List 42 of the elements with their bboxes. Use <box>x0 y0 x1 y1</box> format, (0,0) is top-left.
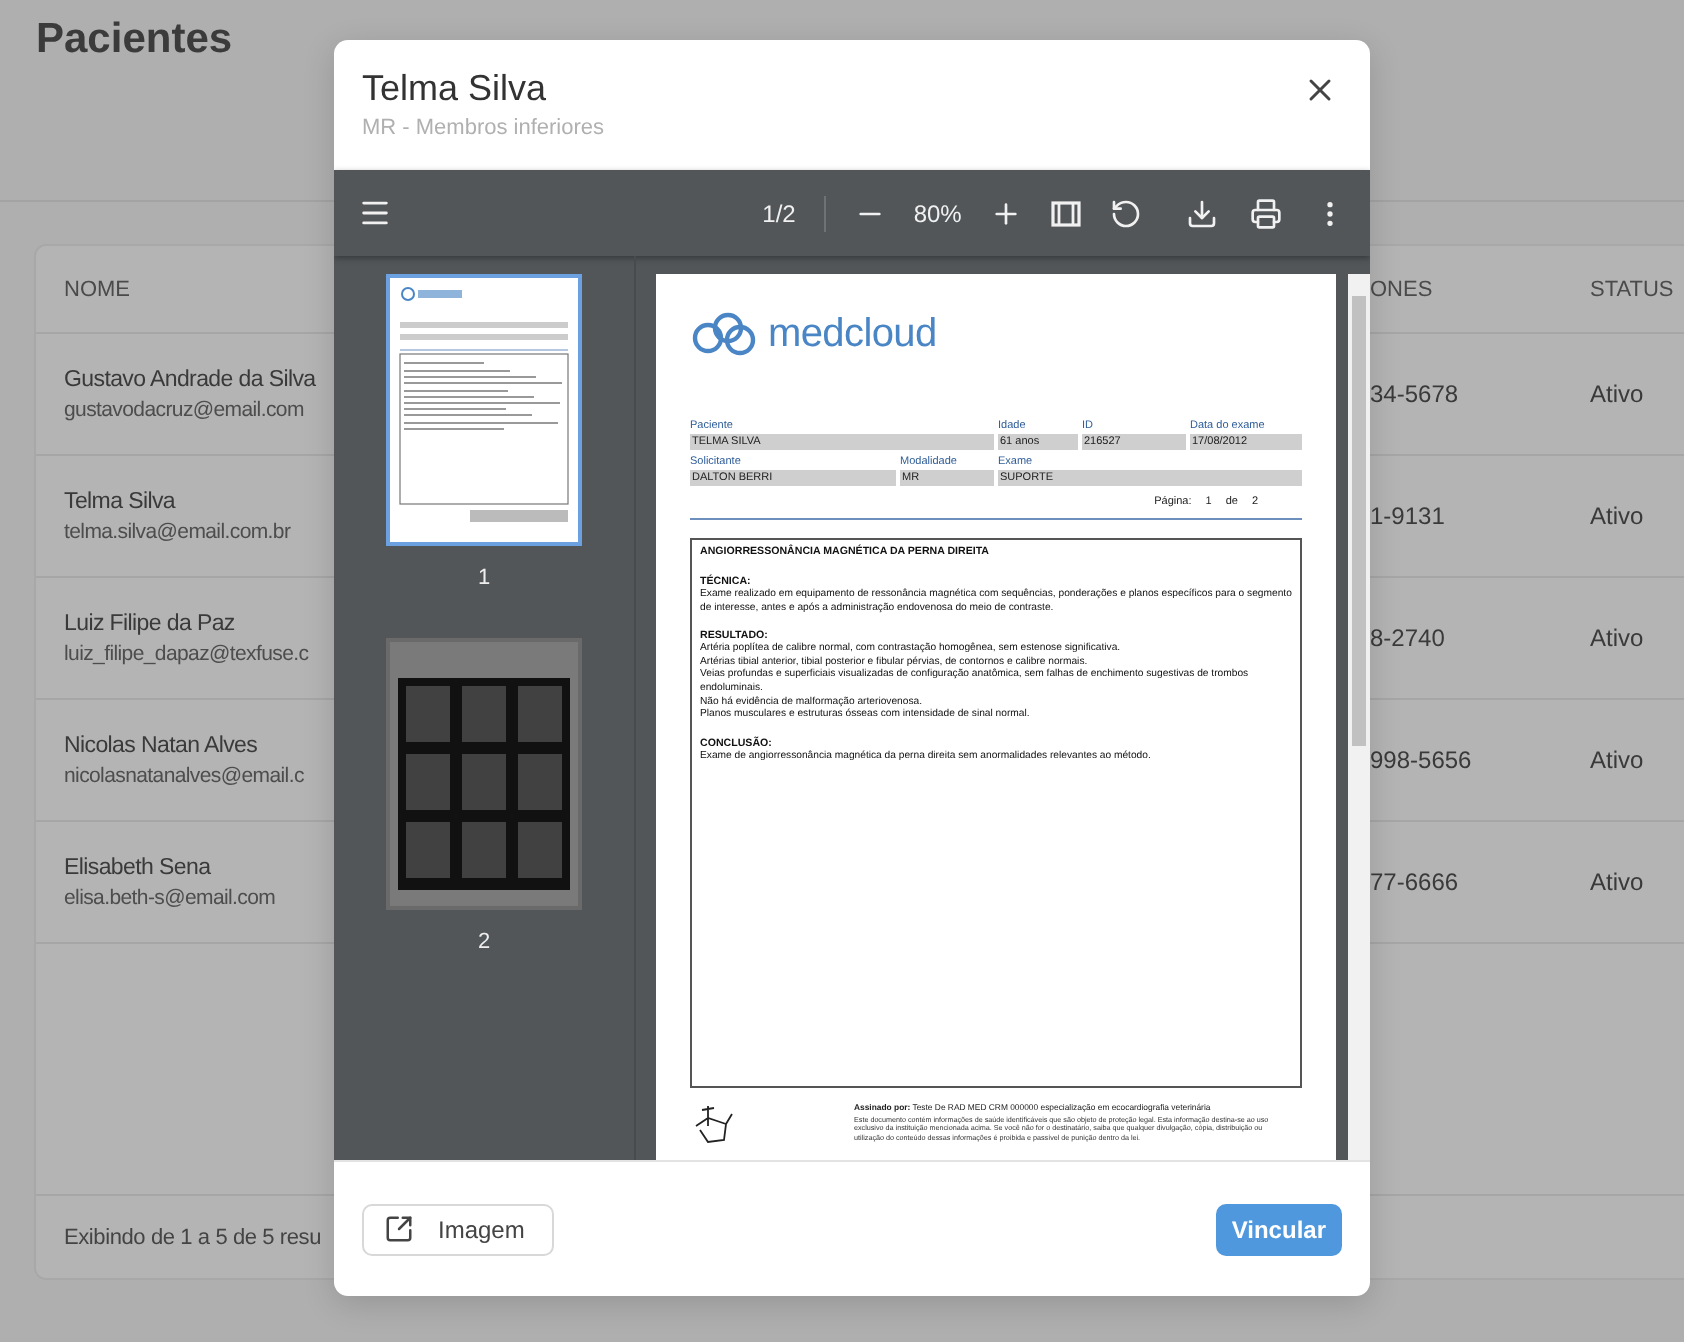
patient-name: Elisabeth Sena <box>64 855 211 879</box>
external-link-icon <box>384 1214 414 1244</box>
thumbnail-label: 1 <box>477 566 491 590</box>
status-cell: Ativo <box>1590 380 1644 408</box>
logo-text: medcloud <box>768 311 937 357</box>
status-cell: Ativo <box>1590 502 1644 530</box>
column-header: NOME <box>64 277 130 301</box>
patient-email: telma.silva@email.com.br <box>64 519 291 543</box>
signature-drawing <box>690 1102 734 1146</box>
patient-email: luiz_filipe_dapaz@texfuse.c <box>64 641 309 665</box>
status-cell: Ativo <box>1590 746 1644 774</box>
scrollbar[interactable] <box>1348 274 1370 1160</box>
column-header: ONES <box>1370 277 1433 301</box>
phone-cell: 34-5678 <box>1370 380 1459 408</box>
phone-cell: 8-2740 <box>1370 624 1445 652</box>
patient-name: Telma Silva <box>64 489 175 513</box>
patient-name: Nicolas Natan Alves <box>64 733 258 757</box>
status-cell: Ativo <box>1590 624 1644 652</box>
phone-cell: 1-9131 <box>1370 502 1445 530</box>
modal-subtitle: MR - Membros inferiores <box>362 116 605 140</box>
download-icon[interactable] <box>1186 197 1218 229</box>
modal-title: Telma Silva <box>362 68 547 110</box>
patient-name: Luiz Filipe da Paz <box>64 611 235 635</box>
phone-cell: 998-5656 <box>1370 746 1472 774</box>
print-icon[interactable] <box>1250 197 1282 229</box>
column-header: STATUS <box>1590 277 1674 301</box>
thumbnail-label: 2 <box>477 930 491 954</box>
pagination-text: Exibindo de 1 a 5 de 5 resu <box>64 1225 322 1249</box>
page-indicator: 1/2 <box>762 199 796 227</box>
rotate-icon[interactable] <box>1109 197 1142 229</box>
patient-email: elisa.beth-s@email.com <box>64 885 276 909</box>
zoom-level: 80% <box>913 199 962 227</box>
patient-email: nicolasnatanalves@email.c <box>64 763 304 787</box>
patient-name: Gustavo Andrade da Silva <box>64 367 316 391</box>
cloud-logo-icon <box>690 310 758 358</box>
image-button[interactable]: Imagem <box>362 1203 555 1255</box>
patient-email: gustavodacruz@email.com <box>64 397 304 421</box>
fit-page-icon[interactable] <box>1049 197 1082 229</box>
status-cell: Ativo <box>1590 868 1644 896</box>
phone-cell: 77-6666 <box>1370 868 1459 896</box>
page-title: Pacientes <box>36 16 233 64</box>
zoom-in-icon[interactable] <box>989 197 1022 229</box>
